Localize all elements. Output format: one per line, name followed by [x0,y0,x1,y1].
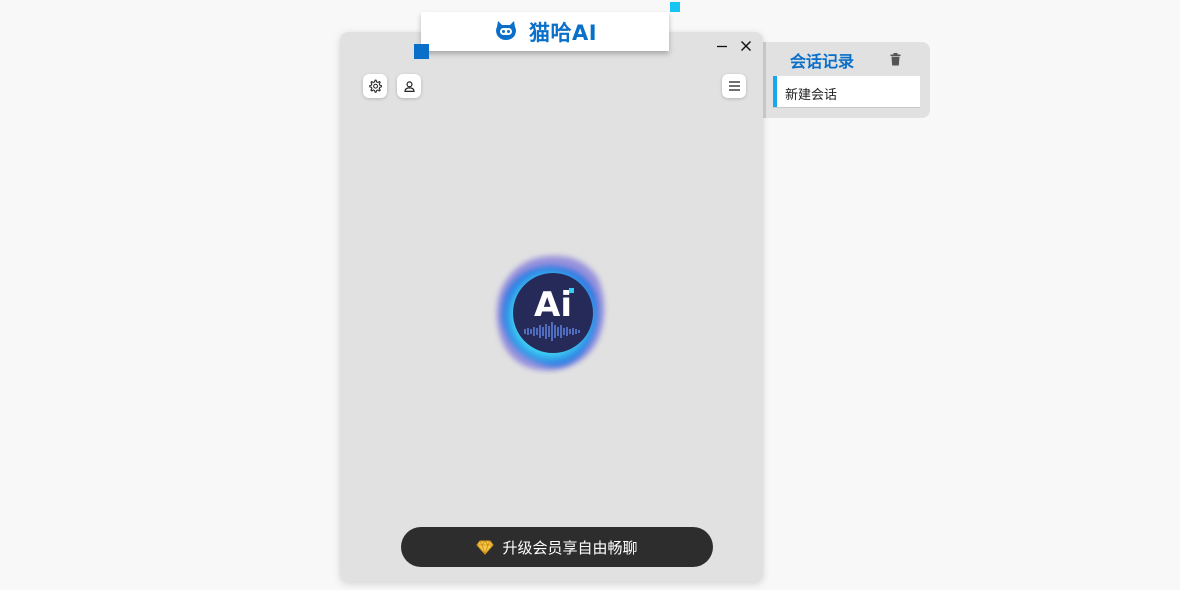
history-title: 会话记录 [790,52,855,71]
ai-voice-orb[interactable]: Ai [490,250,610,375]
history-panel-divider [763,42,766,118]
user-button[interactable] [397,74,421,98]
minimize-icon [717,45,727,48]
diamond-icon [476,539,495,555]
history-item-active-marker [773,76,777,107]
orb-label: Ai [534,285,572,325]
app-title: 猫哈AI [528,20,598,45]
gear-icon [369,79,382,93]
accent-square-left [414,44,429,59]
robot-logo-icon [493,17,519,47]
app-title-bar[interactable]: 猫哈AI [421,12,669,51]
clear-history-button[interactable] [888,51,902,67]
trash-icon [890,52,900,65]
user-icon [403,80,415,92]
settings-button[interactable] [363,74,387,98]
accent-square-right [670,2,680,12]
minimize-button[interactable] [714,38,730,54]
menu-icon [728,81,740,91]
history-panel: 会话记录 新建会话 [763,42,930,118]
close-button[interactable] [738,38,754,54]
history-item-label: 新建会话 [785,88,838,103]
history-item[interactable]: 新建会话 [773,76,920,108]
close-icon [741,41,751,51]
upgrade-membership-button[interactable]: 升级会员享自由畅聊 [401,527,713,567]
upgrade-label: 升级会员享自由畅聊 [502,538,638,557]
history-menu-button[interactable] [722,74,746,98]
